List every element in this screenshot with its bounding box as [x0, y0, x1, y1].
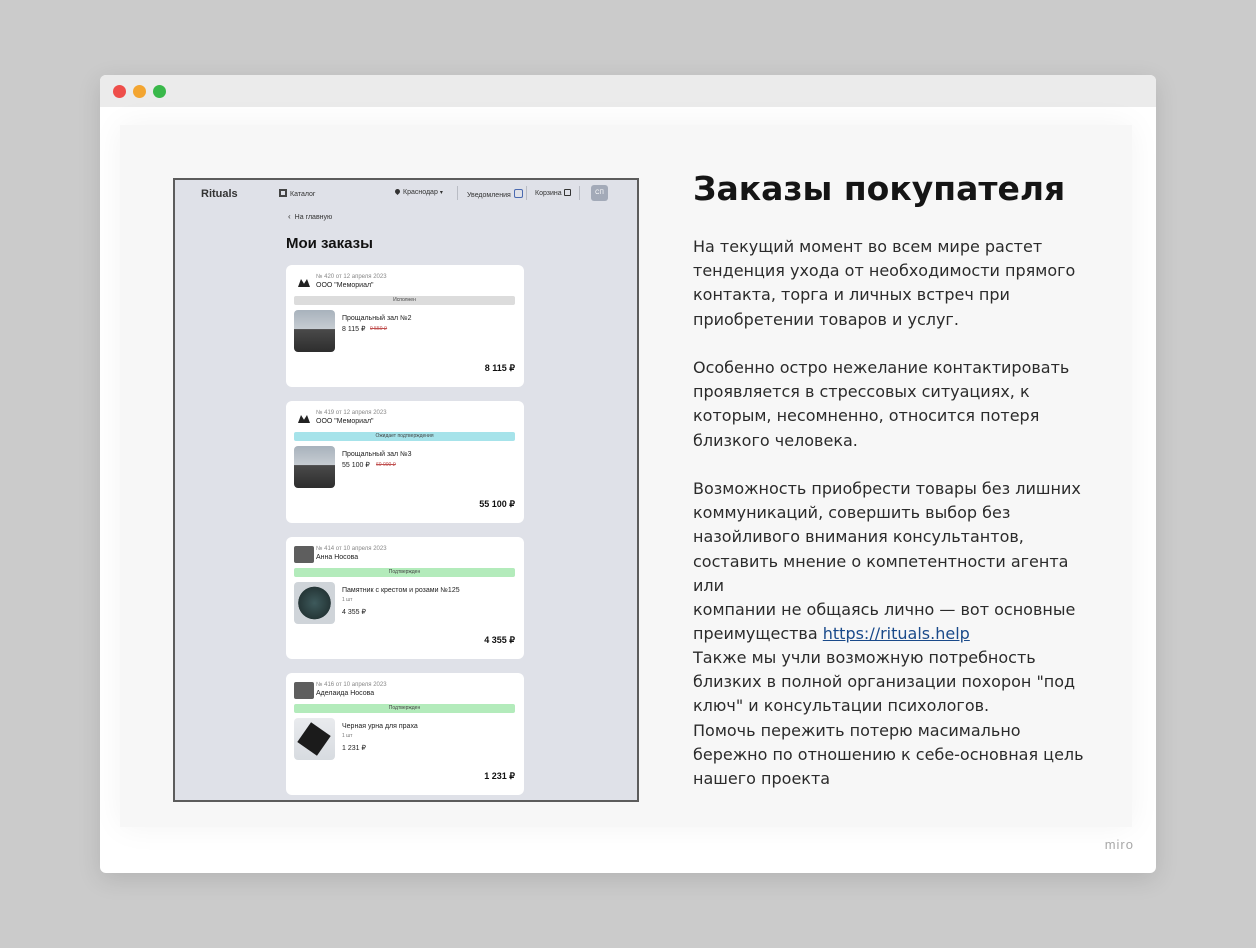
status-badge: Ожидает подтверждения	[294, 432, 515, 441]
catalog-label: Каталог	[290, 191, 316, 198]
product-thumbnail[interactable]	[294, 582, 335, 624]
nav-divider	[457, 186, 458, 200]
chevron-left-icon: ‹	[288, 212, 291, 221]
product-thumbnail[interactable]	[294, 310, 335, 352]
order-card[interactable]: № 414 от 10 апреля 2023 Анна Носова Подт…	[286, 537, 524, 659]
seller-name: ООО "Мемориал"	[316, 418, 374, 425]
product-name[interactable]: Памятник с крестом и розами №125	[342, 587, 460, 594]
browser-window: Rituals Каталог Краснодар ▾ Уведомления К…	[100, 75, 1156, 873]
status-badge: Исполнен	[294, 296, 515, 305]
back-label: На главную	[294, 214, 333, 221]
product-price: 8 115 ₽	[342, 326, 366, 333]
product-name[interactable]: Прощальный зал №3	[342, 451, 412, 458]
old-price: 60 000 ₽	[376, 462, 396, 468]
presentation-slide: Rituals Каталог Краснодар ▾ Уведомления К…	[120, 125, 1132, 827]
order-number: № 414 от 10 апреля 2023	[316, 546, 387, 552]
nav-divider	[579, 186, 580, 200]
chevron-down-icon: ▾	[439, 190, 443, 196]
minimize-window-button[interactable]	[133, 85, 146, 98]
cart-link[interactable]: Корзина	[535, 189, 571, 197]
order-total: 4 355 ₽	[484, 635, 515, 645]
slide-heading: Заказы покупателя	[693, 169, 1066, 208]
notification-icon	[513, 189, 523, 198]
product-quantity: 1 шт	[342, 733, 353, 739]
app-navbar: Rituals Каталог Краснодар ▾ Уведомления К…	[175, 180, 637, 208]
avatar[interactable]: СП	[591, 185, 608, 201]
title-bar	[100, 75, 1156, 107]
product-thumbnail[interactable]	[294, 446, 335, 488]
order-card[interactable]: № 419 от 12 апреля 2023 ООО "Мемориал" О…	[286, 401, 524, 523]
app-screenshot: Rituals Каталог Краснодар ▾ Уведомления К…	[173, 178, 639, 802]
city-selector[interactable]: Краснодар ▾	[393, 187, 443, 196]
status-badge: Подтвержден	[294, 568, 515, 577]
miro-watermark: miro	[1104, 837, 1134, 852]
location-pin-icon	[393, 187, 402, 196]
close-window-button[interactable]	[113, 85, 126, 98]
order-card[interactable]: № 416 от 10 апреля 2023 Аделаида Носова …	[286, 673, 524, 795]
product-thumbnail[interactable]	[294, 718, 335, 760]
product-name[interactable]: Прощальный зал №2	[342, 315, 412, 322]
nav-divider	[526, 186, 527, 200]
order-number: № 416 от 10 апреля 2023	[316, 682, 387, 688]
order-total: 8 115 ₽	[484, 363, 515, 373]
notifications-link[interactable]: Уведомления	[467, 189, 523, 199]
order-total: 55 100 ₽	[479, 499, 515, 509]
order-number: № 420 от 12 апреля 2023	[316, 274, 387, 280]
paragraph-intro: На текущий момент во всем мире растет те…	[693, 237, 1076, 329]
status-badge: Подтвержден	[294, 704, 515, 713]
product-name[interactable]: Черная урна для праха	[342, 723, 418, 730]
page-title: Мои заказы	[286, 235, 373, 252]
grid-icon	[279, 189, 287, 197]
rituals-link[interactable]: https://rituals.help	[823, 624, 970, 643]
seller-logo	[294, 275, 315, 291]
app-logo[interactable]: Rituals	[201, 188, 238, 200]
notifications-label: Уведомления	[467, 192, 511, 199]
back-link[interactable]: ‹ На главную	[288, 212, 332, 221]
order-number: № 419 от 12 апреля 2023	[316, 410, 387, 416]
old-price: 9 550 ₽	[370, 326, 388, 332]
product-price: 4 355 ₽	[342, 609, 366, 616]
paragraph-goal: Также мы учли возможную потребность близ…	[693, 648, 1084, 789]
seller-logo	[294, 411, 315, 427]
seller-name: ООО "Мемориал"	[316, 282, 374, 289]
order-total: 1 231 ₽	[484, 771, 515, 781]
product-quantity: 1 шт	[342, 597, 353, 603]
seller-name: Анна Носова	[316, 554, 359, 561]
product-price: 55 100 ₽	[342, 462, 370, 469]
maximize-window-button[interactable]	[153, 85, 166, 98]
city-label: Краснодар	[403, 189, 438, 196]
seller-logo	[294, 546, 314, 563]
advantages-text: Возможность приобрести товары без лишних…	[693, 479, 1081, 644]
catalog-link[interactable]: Каталог	[279, 189, 315, 198]
paragraph-advantages: Возможность приобрести товары без лишних…	[693, 477, 1103, 646]
cart-label: Корзина	[535, 190, 562, 197]
product-price: 1 231 ₽	[342, 745, 366, 752]
seller-logo	[294, 682, 314, 699]
seller-name: Аделаида Носова	[316, 690, 375, 697]
order-card[interactable]: № 420 от 12 апреля 2023 ООО "Мемориал" И…	[286, 265, 524, 387]
bag-icon	[563, 189, 571, 196]
paragraph-stress: Особенно остро нежелание контактировать …	[693, 358, 1070, 450]
